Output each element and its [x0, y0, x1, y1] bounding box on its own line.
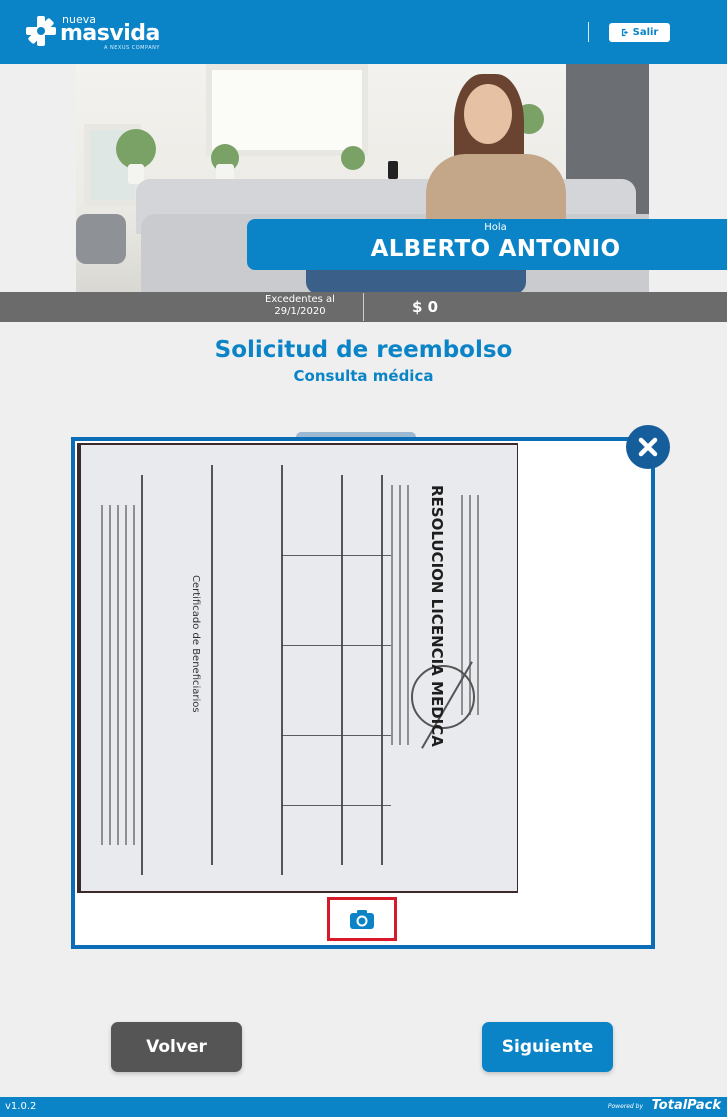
greeting-banner: Hola ALBERTO ANTONIO	[247, 219, 727, 270]
balance-strip: Excedentes al 29/1/2020 $ 0	[0, 292, 727, 322]
page-title: Solicitud de reembolso	[214, 337, 513, 363]
camera-icon	[350, 910, 374, 929]
excedentes-label: Excedentes al	[265, 294, 335, 305]
document-section-label: Certificado de Beneficiarios	[190, 575, 201, 713]
document-preview-modal: RESOLUCION LICENCIA MEDICA Certificado d…	[71, 437, 655, 949]
logo-tagline: A NEXUS COMPANY	[104, 45, 160, 51]
greeting-label: Hola	[484, 222, 507, 233]
close-icon	[638, 437, 658, 457]
modal-footer	[75, 896, 651, 945]
user-name: ALBERTO ANTONIO	[370, 236, 621, 262]
next-button[interactable]: Siguiente	[482, 1022, 613, 1072]
document-paper: RESOLUCION LICENCIA MEDICA Certificado d…	[81, 445, 517, 891]
header-divider	[588, 22, 589, 42]
bottom-bar: v1.0.2 Powered by TotalPack	[0, 1097, 727, 1117]
logout-icon	[621, 28, 628, 37]
back-button[interactable]: Volver	[111, 1022, 242, 1072]
page-subtitle: Consulta médica	[293, 367, 434, 385]
excedentes-amount: $ 0	[412, 298, 439, 316]
brand-label: TotalPack	[651, 1098, 721, 1113]
phone	[388, 161, 398, 179]
logout-label: Salir	[632, 27, 659, 38]
powered-by-label: Powered by	[607, 1103, 643, 1110]
close-modal-button[interactable]	[628, 427, 668, 467]
document-photo: RESOLUCION LICENCIA MEDICA Certificado d…	[77, 443, 518, 893]
camera-button[interactable]	[327, 897, 397, 941]
logo-text-big: masvida	[60, 21, 160, 46]
excedentes-date: 29/1/2020	[274, 306, 326, 317]
logout-button[interactable]: Salir	[609, 23, 670, 42]
version-label: v1.0.2	[5, 1101, 37, 1112]
strip-divider	[363, 293, 364, 321]
logo-star-icon	[26, 16, 56, 46]
top-bar: nueva masvida A NEXUS COMPANY Salir	[0, 0, 727, 64]
logo: nueva masvida A NEXUS COMPANY	[24, 12, 164, 52]
excedentes: Excedentes al 29/1/2020	[260, 294, 340, 318]
document-heading: RESOLUCION LICENCIA MEDICA	[428, 485, 446, 747]
